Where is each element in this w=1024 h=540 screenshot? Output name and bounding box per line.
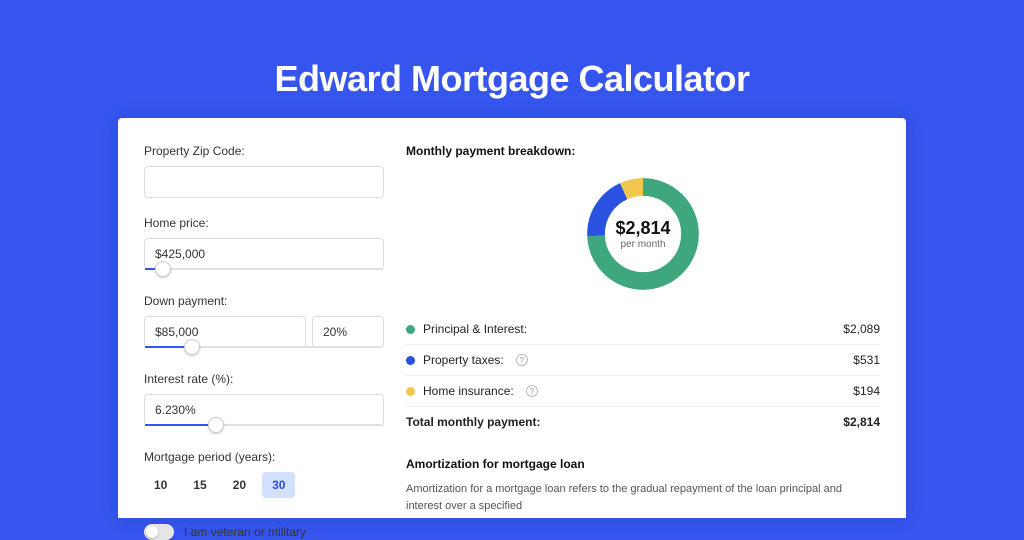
period-btn-10[interactable]: 10	[144, 472, 177, 498]
price-input[interactable]	[144, 238, 384, 270]
veteran-toggle-knob	[146, 526, 158, 538]
legend-dot	[406, 356, 415, 365]
amort-title: Amortization for mortgage loan	[406, 457, 880, 471]
legend-row: Principal & Interest: $2,089	[406, 314, 880, 345]
legend-label: Home insurance:	[423, 384, 514, 398]
veteran-label: I am veteran or military	[184, 525, 306, 539]
period-btn-15[interactable]: 15	[183, 472, 216, 498]
legend-label: Principal & Interest:	[423, 322, 527, 336]
legend-label: Property taxes:	[423, 353, 504, 367]
zip-label: Property Zip Code:	[144, 144, 384, 158]
info-icon[interactable]: ?	[516, 354, 528, 366]
rate-slider-thumb[interactable]	[208, 417, 224, 433]
legend-value: $194	[853, 384, 880, 398]
price-slider-thumb[interactable]	[155, 261, 171, 277]
legend-total-value: $2,814	[843, 415, 880, 429]
legend-total-label: Total monthly payment:	[406, 415, 540, 429]
info-icon[interactable]: ?	[526, 385, 538, 397]
legend-row: Property taxes:? $531	[406, 345, 880, 376]
period-btn-20[interactable]: 20	[223, 472, 256, 498]
legend-value: $2,089	[843, 322, 880, 336]
rate-input[interactable]	[144, 394, 384, 426]
dp-pct-input[interactable]	[312, 316, 384, 348]
rate-slider[interactable]	[144, 424, 384, 432]
period-label: Mortgage period (years):	[144, 450, 384, 464]
period-btn-30[interactable]: 30	[262, 472, 295, 498]
page-title: Edward Mortgage Calculator	[0, 0, 1024, 118]
donut-sub: per month	[620, 239, 665, 250]
period-field: Mortgage period (years): 1015 2030	[144, 450, 384, 498]
breakdown-title: Monthly payment breakdown:	[406, 144, 880, 158]
dp-slider-thumb[interactable]	[184, 339, 200, 355]
price-slider[interactable]	[144, 268, 384, 276]
price-label: Home price:	[144, 216, 384, 230]
down-payment-field: Down payment:	[144, 294, 384, 354]
period-buttons: 1015 2030	[144, 472, 384, 498]
veteran-row: I am veteran or military	[144, 524, 384, 540]
veteran-toggle[interactable]	[144, 524, 174, 540]
rate-label: Interest rate (%):	[144, 372, 384, 386]
price-field: Home price:	[144, 216, 384, 276]
donut-chart: $2,814 per month	[581, 172, 705, 296]
breakdown-column: Monthly payment breakdown: $2,814 per mo…	[406, 144, 880, 492]
legend-table: Principal & Interest: $2,089 Property taxe…	[406, 314, 880, 437]
legend-value: $531	[853, 353, 880, 367]
legend-dot	[406, 325, 415, 334]
legend-total-row: Total monthly payment: $2,814	[406, 407, 880, 437]
dp-label: Down payment:	[144, 294, 384, 308]
legend-row: Home insurance:? $194	[406, 376, 880, 407]
inputs-column: Property Zip Code: Home price: Down paym…	[144, 144, 384, 492]
rate-field: Interest rate (%):	[144, 372, 384, 432]
zip-input[interactable]	[144, 166, 384, 198]
donut-chart-wrap: $2,814 per month	[406, 158, 880, 314]
zip-field: Property Zip Code:	[144, 144, 384, 198]
amort-text: Amortization for a mortgage loan refers …	[406, 481, 880, 514]
dp-slider[interactable]	[144, 346, 384, 354]
donut-amount: $2,814	[615, 218, 670, 239]
legend-dot	[406, 387, 415, 396]
amort-block: Amortization for mortgage loan Amortizat…	[406, 457, 880, 514]
dp-amount-input[interactable]	[144, 316, 306, 348]
calculator-panel: Property Zip Code: Home price: Down paym…	[118, 118, 906, 518]
donut-center: $2,814 per month	[581, 172, 705, 296]
